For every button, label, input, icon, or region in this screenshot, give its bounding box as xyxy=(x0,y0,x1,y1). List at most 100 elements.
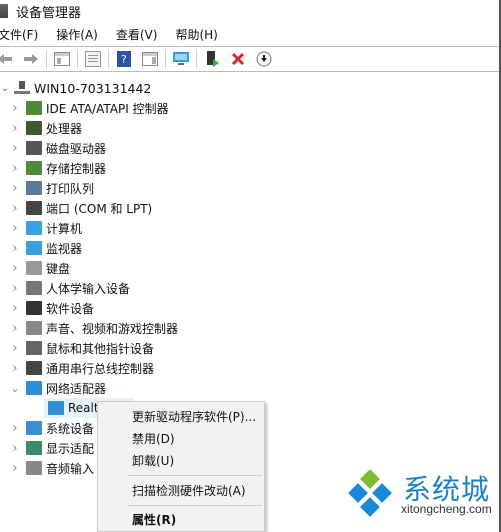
chevron-right-icon[interactable]: › xyxy=(10,421,20,436)
chevron-right-icon[interactable]: › xyxy=(10,341,20,356)
chevron-right-icon[interactable]: › xyxy=(10,361,20,376)
usb-icon xyxy=(26,361,42,375)
tree-item[interactable]: › 计算机 xyxy=(10,218,82,238)
context-disable[interactable]: 禁用(D) xyxy=(132,428,175,448)
tree-item[interactable]: › 键盘 xyxy=(10,258,70,278)
tree-item[interactable]: › 存储控制器 xyxy=(10,158,106,178)
chevron-right-icon[interactable]: › xyxy=(10,241,20,256)
tree-item-label: 显示适配 xyxy=(46,441,95,456)
forward-icon[interactable] xyxy=(22,50,40,68)
chevron-right-icon[interactable]: › xyxy=(10,121,20,136)
tree-item-label: 磁盘驱动器 xyxy=(46,141,107,156)
menu-action[interactable]: 操作(A) xyxy=(56,26,98,43)
device-manager-window: 设备管理器 文件(F) 操作(A) 查看(V) 帮助(H) ? ⌄ WIN10-… xyxy=(0,0,501,532)
tree-item-label: 存储控制器 xyxy=(46,161,107,176)
chevron-right-icon[interactable]: › xyxy=(10,141,20,156)
chevron-right-icon[interactable]: › xyxy=(10,181,20,196)
tree-item[interactable]: › 人体学输入设备 xyxy=(10,278,130,298)
tree-item-label: Realt xyxy=(68,401,99,415)
chevron-right-icon[interactable]: › xyxy=(10,321,20,336)
tree-item[interactable]: › IDE ATA/ATAPI 控制器 xyxy=(10,98,169,118)
tree-item[interactable]: › 声音、视频和游戏控制器 xyxy=(10,318,178,338)
tree-root[interactable]: ⌄ WIN10-703131442 xyxy=(0,78,152,98)
tree-item-label: 键盘 xyxy=(46,261,71,276)
help-icon[interactable]: ? xyxy=(115,50,133,68)
tree-item-label: 处理器 xyxy=(46,121,83,136)
audio-input-icon xyxy=(26,461,42,475)
tree-item-label: 音频输入 xyxy=(46,461,95,476)
chevron-down-icon[interactable]: ⌄ xyxy=(0,83,10,94)
printer-icon xyxy=(26,181,42,195)
tree-item-label: 打印队列 xyxy=(46,181,95,196)
tree-item[interactable]: › 打印队列 xyxy=(10,178,94,198)
chevron-down-icon[interactable]: ⌄ xyxy=(10,382,20,395)
disk-drive-icon xyxy=(26,141,42,155)
menu-view[interactable]: 查看(V) xyxy=(116,26,158,43)
tree-item-label: 通用串行总线控制器 xyxy=(46,361,155,376)
tree-item-label: 端口 (COM 和 LPT) xyxy=(46,201,153,216)
menu-bar: 文件(F) 操作(A) 查看(V) 帮助(H) xyxy=(0,24,236,44)
chevron-right-icon[interactable]: › xyxy=(10,261,20,276)
show-hide-console-tree-icon[interactable] xyxy=(53,50,71,68)
tree-item-label: 鼠标和其他指针设备 xyxy=(46,341,155,356)
mouse-icon xyxy=(26,341,42,355)
device-manager-icon xyxy=(0,4,8,18)
context-properties[interactable]: 属性(R) xyxy=(132,509,176,529)
monitor-icon xyxy=(26,241,42,255)
chevron-right-icon[interactable]: › xyxy=(10,201,20,216)
properties-icon[interactable] xyxy=(84,50,102,68)
tree-item-label: 软件设备 xyxy=(46,301,95,316)
tree-item[interactable]: › 处理器 xyxy=(10,118,82,138)
port-icon xyxy=(26,201,42,215)
toolbar-separator xyxy=(108,50,109,68)
chevron-right-icon[interactable]: › xyxy=(10,461,20,476)
back-icon[interactable] xyxy=(0,50,14,68)
network-adapter-icon xyxy=(48,401,64,415)
tree-item-label: IDE ATA/ATAPI 控制器 xyxy=(46,101,169,116)
chevron-right-icon[interactable]: › xyxy=(10,441,20,456)
chevron-right-icon[interactable]: › xyxy=(10,281,20,296)
svg-text:?: ? xyxy=(121,53,127,66)
tree-item[interactable]: › 监视器 xyxy=(10,238,82,258)
software-device-icon xyxy=(26,301,42,315)
tree-item[interactable]: › 显示适配 xyxy=(10,438,94,458)
chevron-right-icon[interactable]: › xyxy=(10,221,20,236)
system-device-icon xyxy=(26,421,42,435)
context-uninstall[interactable]: 卸载(U) xyxy=(132,450,174,470)
tree-item-label: 人体学输入设备 xyxy=(46,281,131,296)
computer-root-icon xyxy=(14,81,30,94)
context-scan-hardware[interactable]: 扫描检测硬件改动(A) xyxy=(132,480,246,500)
window-title: 设备管理器 xyxy=(16,5,82,21)
chevron-right-icon[interactable]: › xyxy=(10,101,20,116)
context-update-driver[interactable]: 更新驱动程序软件(P)... xyxy=(132,406,256,426)
computer-icon xyxy=(26,221,42,235)
toolbar-separator xyxy=(196,50,197,68)
ide-controller-icon xyxy=(26,101,42,115)
chevron-right-icon[interactable]: › xyxy=(10,301,20,316)
hid-icon xyxy=(26,281,42,295)
menu-help[interactable]: 帮助(H) xyxy=(175,26,217,43)
tree-item-label: 系统设备 xyxy=(46,421,95,436)
watermark: 系统城 xitongcheng.com xyxy=(339,462,499,532)
sound-icon xyxy=(26,321,42,335)
disable-icon[interactable] xyxy=(255,50,273,68)
tree-item[interactable]: › 软件设备 xyxy=(10,298,94,318)
chevron-right-icon[interactable]: › xyxy=(10,161,20,176)
tree-item-label: 监视器 xyxy=(46,241,83,256)
tree-item[interactable]: › 端口 (COM 和 LPT) xyxy=(10,198,152,218)
tree-item[interactable]: › 通用串行总线控制器 xyxy=(10,358,154,378)
tree-item[interactable]: › 磁盘驱动器 xyxy=(10,138,106,158)
scan-hardware-icon[interactable] xyxy=(172,50,190,68)
update-driver-icon[interactable] xyxy=(203,50,221,68)
processor-icon xyxy=(26,121,42,135)
context-separator xyxy=(128,505,262,506)
tree-item[interactable]: › 音频输入 xyxy=(10,458,94,478)
storage-controller-icon xyxy=(26,161,42,175)
uninstall-icon[interactable] xyxy=(229,50,247,68)
tree-item[interactable]: ⌄ 网络适配器 xyxy=(10,378,106,398)
title-bar: 设备管理器 xyxy=(0,0,499,22)
tree-item[interactable]: › 系统设备 xyxy=(10,418,94,438)
menu-file[interactable]: 文件(F) xyxy=(0,26,38,43)
tree-item[interactable]: › 鼠标和其他指针设备 xyxy=(10,338,154,358)
action-pane-icon[interactable] xyxy=(141,50,159,68)
